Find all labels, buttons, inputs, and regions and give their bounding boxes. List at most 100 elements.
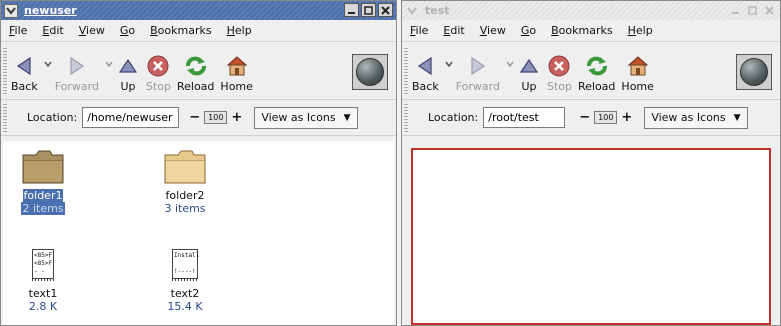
- menu-file[interactable]: File: [9, 24, 27, 37]
- chevron-down-icon: [407, 6, 417, 15]
- home-icon: [226, 56, 247, 76]
- forward-button[interactable]: Forward: [456, 54, 500, 93]
- dropdown-chevron-icon: ▼: [343, 112, 351, 123]
- file-manager-window-newuser: newuser File Edit View Go Bookmarks Help…: [0, 0, 397, 326]
- reload-button[interactable]: Reload: [578, 54, 615, 93]
- toolbar-grip[interactable]: [3, 48, 7, 94]
- stop-icon: [548, 55, 570, 77]
- zoom-in-button[interactable]: +: [621, 110, 632, 125]
- location-bar: Location: − 100 + View as Icons ▼: [402, 100, 780, 136]
- reload-icon: [586, 56, 607, 76]
- menu-view[interactable]: View: [79, 24, 105, 37]
- up-button[interactable]: Up: [517, 54, 541, 93]
- location-bar: Location: − 100 + View as Icons ▼: [1, 100, 396, 136]
- view-as-dropdown[interactable]: View as Icons ▼: [254, 106, 358, 129]
- location-label: Location:: [27, 111, 78, 124]
- text-file-icon: Install !----!: [172, 249, 199, 281]
- back-history-chevron-icon[interactable]: [445, 61, 453, 67]
- file-item-text1[interactable]: <85>F <85>F - - text1 2.8 K: [1, 249, 91, 313]
- forward-history-chevron-icon[interactable]: [506, 61, 514, 67]
- stop-button[interactable]: Stop: [146, 54, 171, 93]
- window-menu-button[interactable]: [405, 4, 419, 18]
- forward-history-chevron-icon[interactable]: [105, 61, 113, 67]
- chevron-down-icon: [6, 6, 16, 15]
- file-item-folder1[interactable]: folder1 2 items: [1, 147, 91, 215]
- location-input[interactable]: [483, 107, 566, 128]
- location-label: Location:: [428, 111, 479, 124]
- up-arrow-icon: [519, 58, 539, 73]
- forward-button[interactable]: Forward: [55, 54, 99, 93]
- maximize-button[interactable]: [361, 3, 376, 17]
- file-item-folder2[interactable]: folder2 3 items: [137, 147, 233, 215]
- folder-icon: [164, 150, 206, 184]
- home-icon: [627, 56, 648, 76]
- throbber-ball-icon: [356, 58, 384, 86]
- menu-help[interactable]: Help: [227, 24, 252, 37]
- toolbar-grip[interactable]: [404, 48, 408, 94]
- window-title: newuser: [24, 4, 77, 17]
- zoom-in-button[interactable]: +: [231, 110, 242, 125]
- minimize-button[interactable]: [344, 3, 359, 17]
- reload-button[interactable]: Reload: [177, 54, 214, 93]
- location-grip[interactable]: [3, 104, 7, 132]
- window-menu-button[interactable]: [4, 3, 18, 18]
- toolbar: Back Forward Up Stop Reload Home: [402, 42, 780, 100]
- back-button[interactable]: Back: [412, 54, 439, 93]
- menu-file[interactable]: File: [410, 24, 428, 37]
- file-item-text2[interactable]: Install !----! text2 15.4 K: [137, 249, 233, 313]
- window-title: test: [425, 4, 450, 17]
- throbber-ball-icon: [740, 58, 768, 86]
- back-arrow-icon: [17, 56, 31, 76]
- back-arrow-icon: [418, 56, 432, 76]
- zoom-out-button[interactable]: −: [579, 110, 590, 125]
- close-button[interactable]: [378, 3, 393, 17]
- zoom-level[interactable]: 100: [204, 111, 228, 124]
- title-bar[interactable]: newuser: [1, 1, 396, 20]
- forward-arrow-icon: [471, 56, 485, 76]
- view-as-dropdown[interactable]: View as Icons ▼: [644, 106, 748, 129]
- menu-go[interactable]: Go: [120, 24, 135, 37]
- zoom-out-button[interactable]: −: [189, 110, 200, 125]
- menu-edit[interactable]: Edit: [42, 24, 63, 37]
- minimize-button[interactable]: [728, 3, 743, 17]
- zoom-level[interactable]: 100: [594, 111, 618, 124]
- menu-bar: File Edit View Go Bookmarks Help: [402, 20, 780, 42]
- toolbar: Back Forward Up Stop Reload Home: [1, 42, 396, 100]
- dropdown-chevron-icon: ▼: [733, 112, 741, 123]
- maximize-icon: [364, 5, 373, 15]
- menu-view[interactable]: View: [480, 24, 506, 37]
- minimize-icon: [348, 11, 355, 14]
- home-button[interactable]: Home: [220, 54, 253, 93]
- back-button[interactable]: Back: [11, 54, 38, 93]
- close-button[interactable]: [762, 3, 777, 17]
- location-input[interactable]: [82, 107, 180, 128]
- back-history-chevron-icon[interactable]: [44, 61, 52, 67]
- file-manager-window-test: test File Edit View Go Bookmarks Help Ba…: [401, 0, 781, 326]
- text-file-icon: <85>F <85>F - -: [32, 249, 54, 281]
- title-bar[interactable]: test: [402, 1, 780, 20]
- up-button[interactable]: Up: [116, 54, 140, 93]
- menu-bar: File Edit View Go Bookmarks Help: [1, 20, 396, 42]
- menu-bookmarks[interactable]: Bookmarks: [150, 24, 211, 37]
- maximize-button[interactable]: [745, 3, 760, 17]
- activity-throbber: [352, 54, 388, 90]
- maximize-icon: [748, 5, 757, 15]
- stop-button[interactable]: Stop: [547, 54, 572, 93]
- menu-go[interactable]: Go: [521, 24, 536, 37]
- location-grip[interactable]: [404, 104, 408, 132]
- forward-arrow-icon: [70, 56, 84, 76]
- minimize-icon: [732, 11, 739, 14]
- file-view[interactable]: folder1 2 items folder2 3 items <85>F <8…: [3, 141, 394, 325]
- file-view-drop-target[interactable]: [411, 148, 771, 325]
- home-button[interactable]: Home: [621, 54, 654, 93]
- close-icon: [381, 5, 390, 15]
- stop-icon: [147, 55, 169, 77]
- menu-bookmarks[interactable]: Bookmarks: [551, 24, 612, 37]
- up-arrow-icon: [118, 58, 138, 73]
- folder-icon: [22, 150, 64, 184]
- close-icon: [765, 5, 774, 15]
- activity-throbber: [736, 54, 772, 90]
- menu-edit[interactable]: Edit: [443, 24, 464, 37]
- menu-help[interactable]: Help: [628, 24, 653, 37]
- reload-icon: [185, 56, 206, 76]
